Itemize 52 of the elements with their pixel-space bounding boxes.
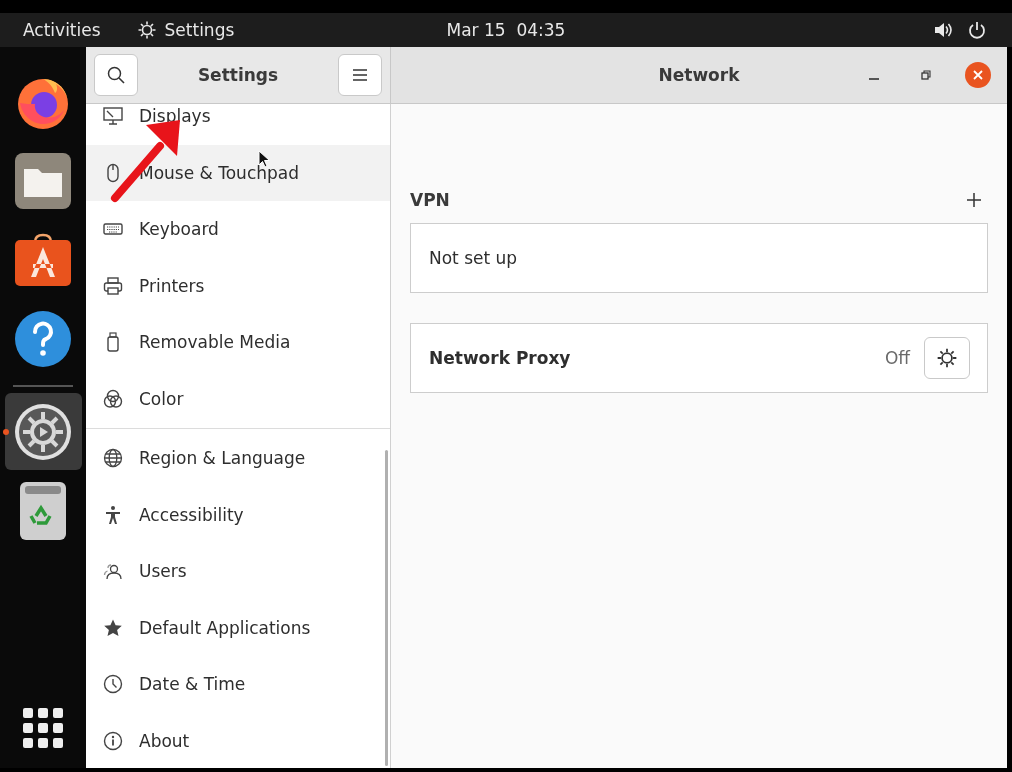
sidebar-title: Settings [197, 65, 279, 85]
sidebar-item[interactable]: Color [86, 370, 390, 427]
plus-icon [966, 192, 982, 208]
settings-icon [936, 347, 958, 369]
power-icon[interactable] [968, 21, 986, 39]
minimize-icon [869, 78, 879, 80]
display-icon [103, 106, 123, 127]
empty-state-text: Not set up [429, 248, 518, 268]
trash-icon [20, 481, 66, 540]
dock-item[interactable] [4, 393, 82, 470]
folder-icon [15, 152, 71, 209]
scrollbar[interactable] [385, 450, 388, 766]
restore-icon [920, 69, 932, 81]
proxy-row[interactable]: Network Proxy Off [410, 323, 988, 393]
printer-icon [103, 275, 123, 296]
running-indicator [2, 429, 9, 435]
sidebar-item[interactable]: Accessibility [86, 486, 390, 543]
search-button[interactable] [94, 54, 138, 96]
help-icon [14, 309, 72, 368]
shopping-bag-icon [15, 231, 71, 288]
accessibility-icon [103, 504, 123, 525]
menu-icon [353, 69, 367, 81]
menu-button[interactable] [338, 54, 382, 96]
volume-icon[interactable] [934, 22, 952, 38]
section-heading: VPN [410, 190, 450, 210]
sidebar-item[interactable]: Printers [86, 257, 390, 314]
sidebar-item[interactable]: Default Applications [86, 599, 390, 656]
status-text: Off [884, 348, 910, 368]
row-label: Network Proxy [429, 348, 571, 368]
close-icon [972, 69, 984, 81]
settings-button[interactable] [924, 337, 970, 379]
app-grid-icon[interactable] [23, 708, 63, 748]
users-icon [103, 561, 123, 582]
gear-icon [136, 20, 157, 40]
app-menu-label[interactable]: Settings [164, 20, 235, 40]
sidebar-item[interactable]: About [86, 712, 390, 768]
clock[interactable]: Mar 15 04:35 [446, 20, 566, 40]
close-button[interactable] [965, 62, 991, 88]
info-icon [103, 730, 123, 751]
window-title: Network [658, 65, 740, 85]
sidebar-item[interactable]: Region & Language [86, 430, 390, 487]
sidebar-item[interactable]: Date & Time [86, 656, 390, 713]
clock-icon [103, 674, 123, 695]
sidebar-item[interactable]: Keyboard [86, 201, 390, 258]
activities-button[interactable]: Activities [23, 20, 101, 40]
sidebar-item[interactable]: Users [86, 543, 390, 600]
sidebar-item[interactable]: Displays [86, 104, 390, 145]
search-icon [107, 66, 125, 84]
color-circles-icon [103, 388, 123, 409]
globe-icon [103, 448, 123, 469]
settings-icon [14, 402, 72, 461]
sidebar-item[interactable]: Removable Media [86, 314, 390, 371]
